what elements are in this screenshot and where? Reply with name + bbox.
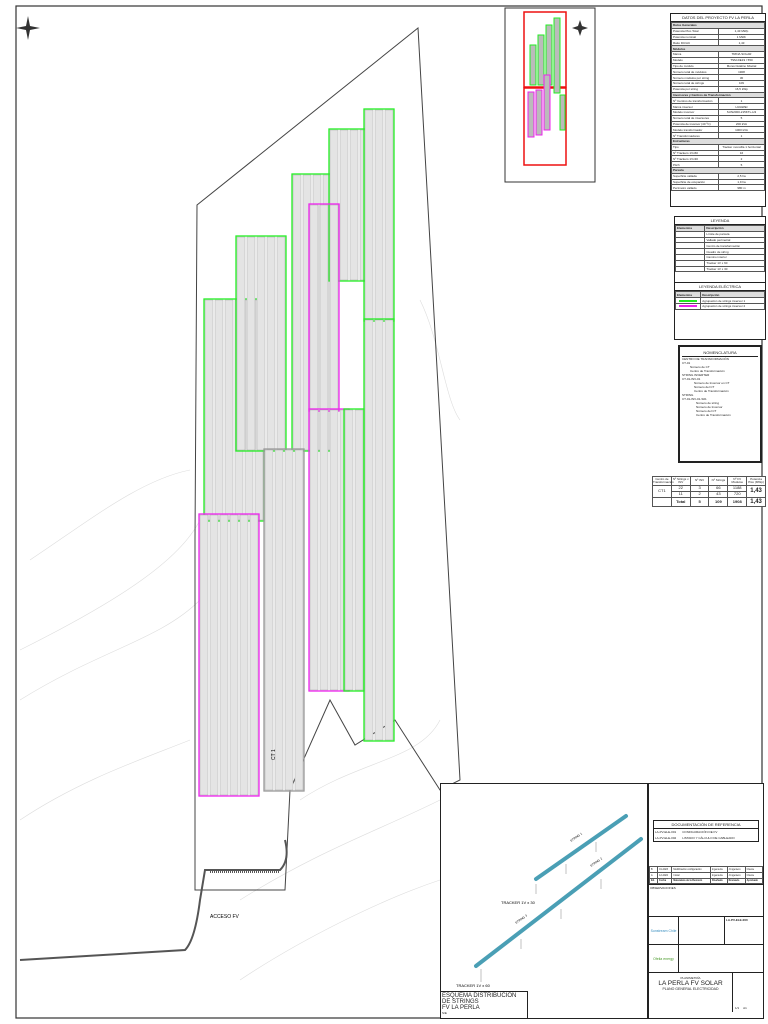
client-logo: Sunstream Chile xyxy=(649,917,679,945)
revision-header: Fecha xyxy=(657,877,673,885)
tracker-row xyxy=(214,299,224,521)
nomenclature-title: NOMENCLATURA xyxy=(682,349,758,357)
legend-item: Tracker 1V x 30 xyxy=(704,265,765,273)
summary-ct-power: 1,43 xyxy=(746,484,766,499)
tracker-row xyxy=(229,514,239,796)
tracker-row xyxy=(309,409,319,691)
tracker-row xyxy=(339,129,349,281)
tracker-row xyxy=(292,174,302,451)
access-label: ACCESO FV xyxy=(210,914,240,920)
tracker-row xyxy=(204,299,214,521)
tracker-row xyxy=(319,204,329,411)
tracker-row xyxy=(364,109,374,321)
project-data-table: DATOS DEL PROYECTO FV LA PERLA Datos Gen… xyxy=(670,13,766,207)
strings-diagram: TRACKER 1V x 30 TRACKER 1V x 60 STRING 1… xyxy=(440,783,648,1019)
strings-diagram-title: ESQUEMA DISTRIBUCION DE STRINGS xyxy=(442,993,517,1005)
title-block: DOCUMENTACIÓN DE REFERENCIA LA-PV-ELE-00… xyxy=(648,783,764,1019)
string-label: STRING 3 xyxy=(514,913,528,924)
nomenclature-box: NOMENCLATURA CENTRO DE TRANSFORMACIÓN CT… xyxy=(678,345,762,463)
legend-symbol xyxy=(674,265,706,273)
electric-legend-title: LEYENDA ELÉCTRICA xyxy=(675,282,765,292)
table-cell: 980 m xyxy=(717,184,766,192)
tracker-row xyxy=(219,514,229,796)
ct-label: CT 1 xyxy=(271,749,277,760)
tracker-row xyxy=(209,514,219,796)
legend: LEYENDA Elementos Descripción Límite de p… xyxy=(674,216,766,340)
reference-code: LA-PV-ELE-002 xyxy=(655,836,677,840)
tracker-row xyxy=(256,236,266,451)
reference-desc: LISTADO Y CÁLCULO DE CABLEADO xyxy=(682,836,735,840)
tracker-row xyxy=(236,236,246,451)
tracker-row xyxy=(199,514,209,796)
summary-header: Potencia Pico (MWp) xyxy=(746,476,766,486)
developer-logo: Ofelia energy xyxy=(649,945,679,973)
observations: OBSERVACIONES xyxy=(649,884,763,916)
tracker-row xyxy=(284,449,294,791)
tracker-row xyxy=(384,319,394,741)
drawing-title: PLANO GENERAL ELECTRICIDAD xyxy=(662,987,719,992)
tracker-row xyxy=(266,236,276,451)
tracker-row xyxy=(384,109,394,321)
references-title: DOCUMENTACIÓN DE REFERENCIA xyxy=(654,821,758,829)
summary-header: Nº Strings x INV xyxy=(670,476,691,486)
electric-legend-item: Agrupación de strings inversor 2 xyxy=(700,302,765,310)
tracker-row xyxy=(319,409,329,691)
legend-title: LEYENDA xyxy=(675,217,765,225)
project-data-title: DATOS DEL PROYECTO FV LA PERLA xyxy=(671,14,765,22)
tracker-row xyxy=(264,449,274,791)
tracker-row xyxy=(246,236,256,451)
table-row: Perímetro vallado 980 m xyxy=(671,184,766,192)
tracker-row xyxy=(309,204,319,411)
revisions-table: B 01-2023 Modificación configuración Ingeni… xyxy=(648,866,764,885)
tracker-row xyxy=(224,299,234,521)
summary-header: Nº FV Módulos xyxy=(727,476,748,486)
tracker-row xyxy=(374,319,384,741)
reference-desc: CONFIGURACIÓN DE FV xyxy=(682,830,718,834)
north-arrow-icon xyxy=(16,16,40,40)
tracker-row xyxy=(344,409,354,691)
table-cell: Perímetro vallado xyxy=(671,184,719,192)
sheet-format: A1 xyxy=(743,1006,747,1011)
tracker-row xyxy=(294,449,304,791)
revision-header: Ed. xyxy=(648,877,659,885)
tracker-row xyxy=(374,109,384,321)
summary-total: 5 xyxy=(689,497,710,507)
tracker-row xyxy=(329,409,339,691)
tracker-60-label: TRACKER 1V x 60 xyxy=(456,983,491,988)
tracker-row xyxy=(276,236,286,451)
strings-diagram-scale: S/E xyxy=(442,1011,447,1015)
revision-header: Aprobado xyxy=(744,877,764,885)
project-title: LA PERLA FV SOLAR xyxy=(658,980,723,988)
tracker-array xyxy=(198,108,395,797)
summary-cell: CT1 xyxy=(652,484,672,499)
revision-header: Naturaleza de la Revisión xyxy=(671,877,711,885)
revision-header: Revisado xyxy=(726,877,746,885)
tracker-isometric: TRACKER 1V x 30 TRACKER 1V x 60 STRING 1… xyxy=(456,814,643,988)
tracker-row xyxy=(349,129,359,281)
string-label: STRING 2 xyxy=(589,856,603,867)
summary-table: Centro de Transformación Nº Strings x INV… xyxy=(652,476,766,507)
summary-total: 109 xyxy=(708,497,729,507)
tracker-row xyxy=(329,204,339,411)
tracker-row xyxy=(274,449,284,791)
tracker-30-label: TRACKER 1V x 30 xyxy=(501,900,536,905)
revision-header: Diseñado xyxy=(710,877,728,885)
nomenclature-sub: Centro de Transformación xyxy=(696,413,731,417)
keyplan xyxy=(504,7,596,183)
summary-total-power: 1,43 xyxy=(746,497,766,507)
tracker-row xyxy=(249,514,259,796)
summary-total: Total xyxy=(670,497,691,507)
summary-header: Centro de Transformación xyxy=(652,476,674,486)
summary-total: 1908 xyxy=(727,497,748,507)
references-box: DOCUMENTACIÓN DE REFERENCIA LA-PV-ELE-00… xyxy=(653,820,759,842)
summary-header: Nº Strings xyxy=(708,476,729,486)
sheet-number: 1/1 xyxy=(735,1006,740,1011)
tracker-row xyxy=(364,319,374,741)
summary-header: Nº INV xyxy=(689,476,710,486)
reference-code: LA-PV-ELE-001 xyxy=(655,830,677,834)
document-number: LA-PV-ELE-000 xyxy=(726,918,748,923)
tracker-row xyxy=(239,514,249,796)
string-label: STRING 1 xyxy=(569,831,583,842)
tracker-row xyxy=(354,409,364,691)
